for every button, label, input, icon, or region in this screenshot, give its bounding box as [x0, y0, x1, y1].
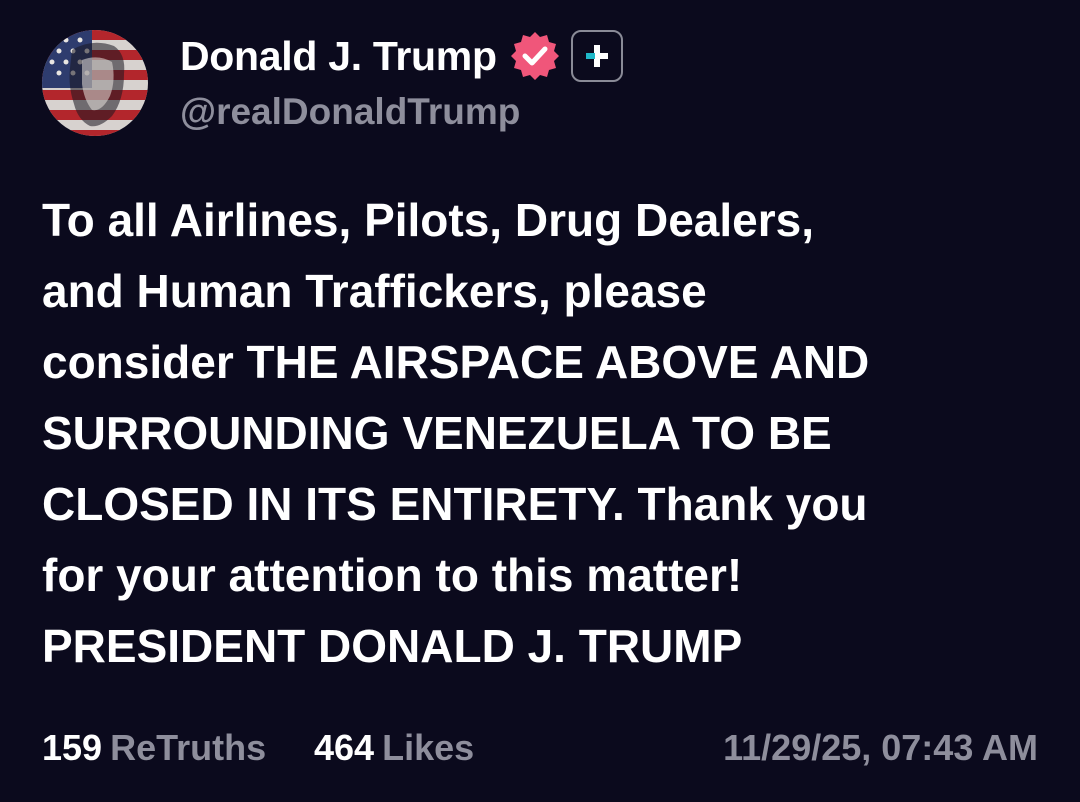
post-text-line: CLOSED IN ITS ENTIRETY. Thank you	[42, 478, 868, 530]
avatar[interactable]	[42, 30, 148, 136]
post-text-line: and Human Traffickers, please	[42, 265, 707, 317]
verified-badge-icon	[509, 30, 561, 82]
retruths-count: 159	[42, 727, 103, 768]
likes-stat[interactable]: 464 Likes	[314, 722, 474, 774]
american-flag-portrait-icon	[42, 30, 148, 136]
post-text-line: PRESIDENT DONALD J. TRUMP	[42, 620, 743, 672]
post-footer: 159 ReTruths 464 Likes 11/29/25, 07:43 AM	[42, 722, 1038, 774]
plus-icon	[585, 45, 608, 67]
retruths-stat[interactable]: 159 ReTruths	[42, 722, 266, 774]
post-timestamp[interactable]: 11/29/25, 07:43 AM	[723, 722, 1038, 774]
retruths-label: ReTruths	[110, 727, 267, 768]
post-card: Donald J. Trump @realDonaldTrump To all …	[0, 0, 1080, 802]
post-text-line: for your attention to this matter!	[42, 549, 743, 601]
display-name[interactable]: Donald J. Trump	[180, 30, 497, 82]
post-text-line: SURROUNDING VENEZUELA TO BE	[42, 407, 832, 459]
author-name-row: Donald J. Trump	[180, 30, 623, 82]
author-handle[interactable]: @realDonaldTrump	[180, 88, 520, 136]
post-text: To all Airlines, Pilots, Drug Dealers, a…	[42, 185, 1042, 682]
post-text-line: consider THE AIRSPACE ABOVE AND	[42, 336, 870, 388]
post-text-line: To all Airlines, Pilots, Drug Dealers,	[42, 194, 814, 246]
likes-count: 464	[314, 727, 375, 768]
follow-button[interactable]	[570, 30, 623, 82]
likes-label: Likes	[382, 727, 475, 768]
